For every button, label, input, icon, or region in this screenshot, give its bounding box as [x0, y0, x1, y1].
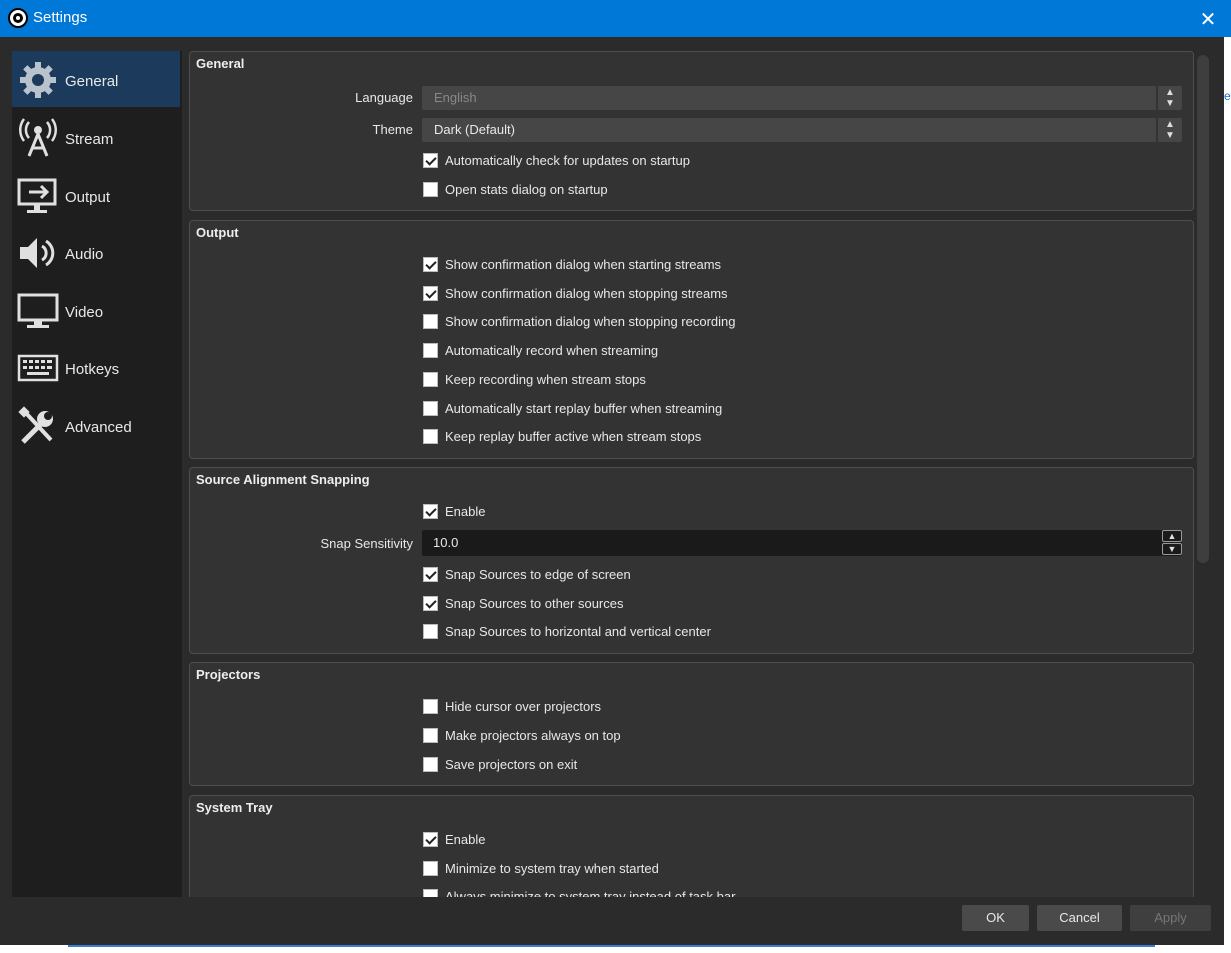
snap-sensitivity-label: Snap Sensitivity — [320, 536, 414, 551]
background-window-strip: e — [1224, 37, 1231, 953]
background-divider — [68, 945, 1155, 947]
output-group: Output Show confirmation dialog when sta… — [189, 220, 1194, 459]
checkbox-box — [423, 699, 438, 714]
keyboard-icon — [17, 354, 59, 382]
checkbox-label: Always minimize to system tray instead o… — [445, 889, 736, 897]
sidebar-item-label: Output — [65, 189, 111, 206]
spin-down-icon[interactable]: ▼ — [1162, 543, 1182, 555]
chevron-updown-icon: ▲ ▼ — [1156, 86, 1182, 110]
settings-window: Settings ✕ General Stream Output Audio V… — [0, 0, 1231, 945]
settings-content: General Language English ▲ ▼ Theme Dark (… — [189, 51, 1194, 897]
checkbox-box — [423, 343, 438, 358]
group-title: Projectors — [196, 667, 261, 682]
group-title: General — [196, 56, 245, 71]
checkbox-box — [423, 832, 438, 847]
checkbox-label: Snap Sources to edge of screen — [445, 567, 631, 582]
snap-sensitivity-value: 10.0 — [433, 535, 459, 550]
checkbox-label: Enable — [445, 504, 486, 519]
system-tray-group: System Tray Enable Minimize to system tr… — [189, 795, 1194, 897]
group-title: Source Alignment Snapping — [196, 472, 370, 487]
group-title: Output — [196, 225, 239, 240]
checkbox-label: Snap Sources to other sources — [445, 596, 624, 611]
checkbox-label: Automatically check for updates on start… — [445, 153, 690, 168]
sidebar-item-general[interactable]: General — [12, 51, 180, 107]
sidebar-item-label: Stream — [65, 131, 114, 148]
checkbox-box — [423, 889, 438, 897]
scrollbar-thumb[interactable] — [1197, 55, 1209, 563]
theme-value: Dark (Default) — [434, 122, 515, 137]
checkbox-box — [423, 567, 438, 582]
cancel-button[interactable]: Cancel — [1037, 905, 1122, 931]
checkbox-box — [423, 861, 438, 876]
checkbox-label: Make projectors always on top — [445, 728, 621, 743]
ok-button[interactable]: OK — [962, 905, 1029, 931]
checkbox-box — [423, 257, 438, 272]
checkbox-label: Save projectors on exit — [445, 757, 578, 772]
checkbox-label: Automatically record when streaming — [445, 343, 659, 358]
theme-select[interactable]: Dark (Default) ▲ ▼ — [422, 118, 1182, 142]
background-text-fragment: e — [1224, 89, 1231, 103]
window-title: Settings — [33, 9, 88, 26]
checkbox-label: Show confirmation dialog when stopping r… — [445, 314, 736, 329]
apply-button[interactable]: Apply — [1130, 905, 1211, 931]
sidebar-item-audio[interactable]: Audio — [12, 224, 180, 280]
checkbox-box — [423, 401, 438, 416]
checkbox-label: Keep replay buffer active when stream st… — [445, 429, 702, 444]
checkbox-box — [423, 624, 438, 639]
checkbox-box — [423, 757, 438, 772]
checkbox-label: Snap Sources to horizontal and vertical … — [445, 624, 711, 639]
checkbox-box — [423, 182, 438, 197]
group-title: System Tray — [196, 800, 273, 815]
checkbox-box — [423, 596, 438, 611]
checkbox-box — [423, 372, 438, 387]
sidebar-item-label: Audio — [65, 246, 104, 263]
checkbox-box — [423, 504, 438, 519]
sidebar-item-label: Advanced — [65, 419, 132, 436]
checkbox-label: Enable — [445, 832, 486, 847]
checkbox-box — [423, 728, 438, 743]
language-select[interactable]: English ▲ ▼ — [422, 86, 1182, 110]
settings-sidebar: General Stream Output Audio Video Hotkey… — [12, 51, 182, 897]
checkbox-label: Automatically start replay buffer when s… — [445, 401, 723, 416]
sidebar-item-hotkeys[interactable]: Hotkeys — [12, 339, 180, 395]
checkbox-box — [423, 314, 438, 329]
language-value: English — [434, 90, 477, 105]
checkbox-box — [423, 153, 438, 168]
checkbox-label: Keep recording when stream stops — [445, 372, 646, 387]
checkbox-label: Show confirmation dialog when starting s… — [445, 257, 722, 272]
checkbox-label: Open stats dialog on startup — [445, 182, 608, 197]
checkbox-box — [423, 429, 438, 444]
checkbox-label: Minimize to system tray when started — [445, 861, 659, 876]
checkbox-label: Show confirmation dialog when stopping s… — [445, 286, 728, 301]
checkbox-box — [423, 286, 438, 301]
broadcast-icon — [19, 118, 57, 157]
checkbox-label: Hide cursor over projectors — [445, 699, 602, 714]
snap-sensitivity-spinbox[interactable]: 10.0 ▲ ▼ — [422, 530, 1182, 556]
monitor-icon — [17, 293, 59, 328]
speaker-icon — [20, 238, 55, 268]
obs-logo-icon — [8, 8, 28, 28]
snapping-group: Source Alignment Snapping Enable Snap Se… — [189, 467, 1194, 654]
output-icon — [17, 178, 57, 213]
projectors-group: Projectors Hide cursor over projectors M… — [189, 662, 1194, 786]
sidebar-item-label: General — [65, 73, 119, 90]
sidebar-item-advanced[interactable]: Advanced — [12, 397, 180, 453]
tools-icon — [18, 406, 53, 444]
sidebar-item-stream[interactable]: Stream — [12, 109, 180, 165]
close-icon[interactable]: ✕ — [1195, 6, 1221, 32]
language-label: Language — [355, 90, 413, 105]
sidebar-item-output[interactable]: Output — [12, 167, 180, 223]
content-scrollbar[interactable] — [1196, 51, 1210, 897]
spin-up-icon[interactable]: ▲ — [1162, 530, 1182, 542]
gear-icon — [20, 62, 56, 98]
sidebar-item-label: Video — [65, 304, 104, 321]
sidebar-item-video[interactable]: Video — [12, 282, 180, 338]
sidebar-item-label: Hotkeys — [65, 361, 120, 378]
chevron-updown-icon: ▲ ▼ — [1156, 118, 1182, 142]
title-bar[interactable]: Settings ✕ — [0, 0, 1231, 37]
theme-label: Theme — [372, 122, 413, 137]
general-group: General Language English ▲ ▼ Theme Dark (… — [189, 51, 1194, 211]
